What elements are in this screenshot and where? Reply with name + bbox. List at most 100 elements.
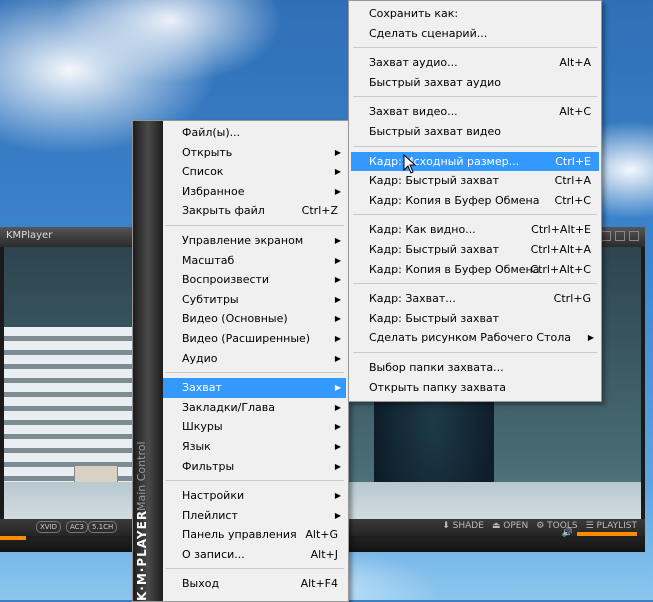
submenu-arrow-icon: ▶ bbox=[334, 255, 341, 265]
menu-item-label: Кадр: Как видно... bbox=[369, 223, 476, 237]
menu-item[interactable]: Шкуры ▶ bbox=[163, 417, 346, 437]
menu-item[interactable]: Плейлист ▶ bbox=[163, 506, 346, 526]
codec-badge-channels: 5.1CH bbox=[88, 521, 118, 533]
menu-item[interactable]: Избранное ▶ bbox=[163, 182, 346, 202]
menu-item-shortcut: Ctrl+Z bbox=[301, 204, 338, 218]
menu-item[interactable]: Открыть папку захвата bbox=[351, 378, 599, 398]
menu-item-label: Закладки/Глава bbox=[182, 400, 276, 414]
menu-item[interactable]: Кадр: Быстрый захват Ctrl+A bbox=[351, 171, 599, 191]
menu-item-label: Открыть папку захвата bbox=[369, 380, 507, 394]
menu-item-label: Сделать рисунком Рабочего Стола bbox=[369, 331, 572, 345]
submenu-arrow-icon: ▶ bbox=[334, 167, 341, 177]
submenu-arrow-icon: ▶ bbox=[334, 294, 341, 304]
submenu-arrow-icon: ▶ bbox=[334, 402, 341, 412]
menu-item[interactable]: Управление экраном ▶ bbox=[163, 231, 346, 251]
menu-item-label: Кадр: Быстрый захват bbox=[369, 174, 500, 188]
menu-item[interactable]: Масштаб ▶ bbox=[163, 251, 346, 271]
menu-item[interactable]: Выбор папки захвата... bbox=[351, 358, 599, 378]
menu-item-shortcut: Ctrl+G bbox=[553, 292, 591, 306]
codec-badge-video: XVID bbox=[36, 521, 62, 533]
menu-item[interactable]: Кадр: Копия в Буфер Обмена Ctrl+C bbox=[351, 191, 599, 211]
open-button[interactable]: ⏏ OPEN bbox=[492, 521, 528, 531]
menu-item-label: Сделать сценарий... bbox=[369, 26, 488, 40]
menu-separator bbox=[165, 568, 344, 570]
menu-item[interactable]: Фильтры ▶ bbox=[163, 457, 346, 477]
submenu-arrow-icon: ▶ bbox=[587, 333, 594, 343]
menu-item-label: Видео (Основные) bbox=[182, 312, 288, 326]
menu-item-label: Панель управления bbox=[182, 528, 297, 542]
menu-item[interactable]: Сделать рисунком Рабочего Стола ▶ bbox=[351, 328, 599, 348]
menu-item[interactable]: Быстрый захват аудио bbox=[351, 73, 599, 93]
menu-separator bbox=[353, 96, 597, 98]
menu-item-shortcut: Alt+J bbox=[310, 547, 338, 561]
volume-icon[interactable]: 🔊 bbox=[562, 528, 573, 538]
volume-slider[interactable] bbox=[577, 532, 637, 536]
menu-item[interactable]: Захват ▶ bbox=[163, 378, 346, 398]
menu-item[interactable]: Аудио ▶ bbox=[163, 349, 346, 369]
menu-item[interactable]: Сохранить как: bbox=[351, 4, 599, 24]
shade-button[interactable]: ⬇ SHADE bbox=[442, 521, 484, 531]
menu-item-label: Масштаб bbox=[182, 253, 235, 267]
submenu-arrow-icon: ▶ bbox=[334, 235, 341, 245]
submenu-arrow-icon: ▶ bbox=[334, 314, 341, 324]
menu-item-label: Выбор папки захвата... bbox=[369, 360, 504, 374]
menu-sidebar: Main Control K·M·PLAYER bbox=[133, 121, 163, 601]
playlist-button[interactable]: ☰ PLAYLIST bbox=[586, 521, 637, 531]
menu-item[interactable]: Кадр: Быстрый захват Ctrl+Alt+A bbox=[351, 240, 599, 260]
menu-separator bbox=[353, 47, 597, 49]
menu-item-shortcut: Alt+F4 bbox=[300, 577, 338, 591]
menu-item-label: Субтитры bbox=[182, 292, 239, 306]
menu-item[interactable]: Видео (Расширенные) ▶ bbox=[163, 329, 346, 349]
menu-item[interactable]: Сделать сценарий... bbox=[351, 24, 599, 44]
window-title: KMPlayer bbox=[6, 230, 53, 241]
menu-item-shortcut: Ctrl+Alt+A bbox=[530, 242, 591, 256]
menu-item-label: Открыть bbox=[182, 145, 233, 159]
menu-item-label: Сохранить как: bbox=[369, 7, 459, 20]
submenu-arrow-icon: ▶ bbox=[334, 333, 341, 343]
menu-item[interactable]: Кадр: Захват... Ctrl+G bbox=[351, 289, 599, 309]
menu-item-label: Кадр: Быстрый захват bbox=[369, 311, 500, 325]
menu-item[interactable]: Язык ▶ bbox=[163, 437, 346, 457]
submenu-arrow-icon: ▶ bbox=[334, 510, 341, 520]
menu-item[interactable]: Кадр: Исходный размер... Ctrl+E bbox=[351, 151, 599, 172]
menu-item[interactable]: Закрыть файл Ctrl+Z bbox=[163, 201, 346, 221]
menu-item[interactable]: Открыть ▶ bbox=[163, 143, 346, 163]
maximize-button[interactable] bbox=[615, 231, 625, 241]
close-button[interactable] bbox=[629, 231, 639, 241]
menu-item[interactable]: Кадр: Быстрый захват bbox=[351, 309, 599, 329]
submenu-arrow-icon: ▶ bbox=[334, 275, 341, 285]
capture-submenu: Сохранить как: Сделать сценарий... Захват … bbox=[348, 0, 602, 402]
menu-item-label: Аудио bbox=[182, 351, 218, 365]
menu-item[interactable]: Кадр: Копия в Буфер Обмена Ctrl+Alt+C bbox=[351, 260, 599, 280]
menu-item[interactable]: Быстрый захват видео bbox=[351, 122, 599, 142]
menu-item[interactable]: Настройки ▶ bbox=[163, 486, 346, 506]
menu-item-label: Кадр: Быстрый захват bbox=[369, 242, 500, 256]
menu-item[interactable]: Выход Alt+F4 bbox=[163, 574, 346, 594]
menu-item-label: Быстрый захват видео bbox=[369, 124, 501, 138]
menu-item-label: Захват аудио... bbox=[369, 56, 458, 70]
menu-item-label: Фильтры bbox=[182, 459, 235, 473]
menu-separator bbox=[353, 283, 597, 285]
main-menu-items: Файл(ы)... Открыть ▶ Список ▶ Избранное ▶ Закры… bbox=[163, 123, 346, 594]
menu-item-label: Выход bbox=[182, 577, 220, 591]
menu-item[interactable]: Список ▶ bbox=[163, 162, 346, 182]
menu-item[interactable]: Файл(ы)... bbox=[163, 123, 346, 143]
menu-item[interactable]: Закладки/Глава ▶ bbox=[163, 398, 346, 418]
menu-item[interactable]: Панель управления Alt+G bbox=[163, 525, 346, 545]
menu-item-label: Захват bbox=[182, 381, 222, 395]
menu-item[interactable]: Захват аудио... Alt+A bbox=[351, 53, 599, 73]
minimize-button[interactable] bbox=[601, 231, 611, 241]
menu-item-label: Видео (Расширенные) bbox=[182, 331, 311, 345]
menu-item[interactable]: Видео (Основные) ▶ bbox=[163, 309, 346, 329]
menu-item[interactable]: Кадр: Как видно... Ctrl+Alt+E bbox=[351, 220, 599, 240]
menu-separator bbox=[353, 351, 597, 353]
menu-item[interactable]: Воспроизвести ▶ bbox=[163, 270, 346, 290]
capture-submenu-items: Сохранить как: Сделать сценарий... Захват … bbox=[351, 4, 599, 397]
menu-item-label: Воспроизвести bbox=[182, 273, 270, 287]
menu-item[interactable]: О записи... Alt+J bbox=[163, 545, 346, 565]
menu-item[interactable]: Субтитры ▶ bbox=[163, 290, 346, 310]
menu-item[interactable]: Захват видео... Alt+C bbox=[351, 102, 599, 122]
menu-item-shortcut: Ctrl+C bbox=[554, 193, 591, 207]
submenu-arrow-icon: ▶ bbox=[334, 441, 341, 451]
menu-separator bbox=[165, 224, 344, 226]
